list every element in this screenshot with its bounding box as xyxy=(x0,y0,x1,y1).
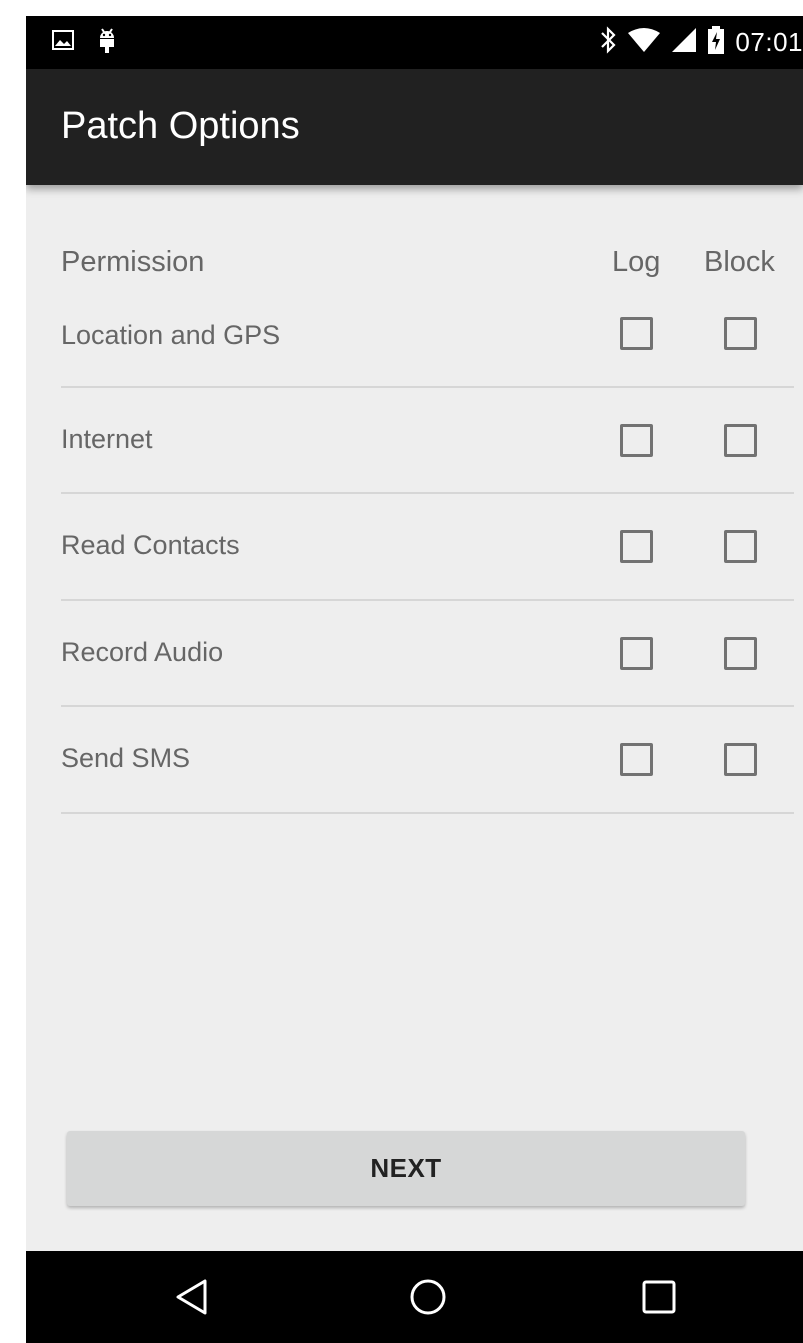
header-permission: Permission xyxy=(61,246,205,278)
log-checkbox[interactable] xyxy=(620,743,653,776)
block-checkbox[interactable] xyxy=(724,637,757,670)
bluetooth-icon xyxy=(599,26,617,59)
log-checkbox[interactable] xyxy=(620,317,653,350)
back-icon[interactable] xyxy=(168,1273,216,1321)
status-bar: 07:01 xyxy=(26,16,803,69)
log-checkbox[interactable] xyxy=(620,637,653,670)
page-title: Patch Options xyxy=(61,105,300,147)
block-checkbox[interactable] xyxy=(724,424,757,457)
wifi-icon xyxy=(627,27,661,58)
log-checkbox[interactable] xyxy=(620,424,653,457)
image-icon xyxy=(52,30,74,55)
next-button-label: NEXT xyxy=(370,1153,442,1183)
permission-label: Internet xyxy=(61,424,153,454)
permission-label: Send SMS xyxy=(61,743,191,773)
permission-row-record-audio: Record Audio xyxy=(26,601,803,707)
app-bar: Patch Options xyxy=(26,69,803,185)
status-bar-right: 07:01 xyxy=(599,26,803,59)
android-icon xyxy=(96,26,118,59)
block-checkbox[interactable] xyxy=(724,530,757,563)
permission-label: Location and GPS xyxy=(61,320,281,350)
log-checkbox[interactable] xyxy=(620,530,653,563)
table-header: Permission Log Block xyxy=(26,238,803,288)
screen: 07:01 Patch Options Permission Log Block… xyxy=(26,16,803,1343)
next-button[interactable]: NEXT xyxy=(67,1131,745,1206)
permission-row-read-contacts: Read Contacts xyxy=(26,494,803,601)
recents-icon[interactable] xyxy=(635,1273,683,1321)
permission-label: Read Contacts xyxy=(61,530,240,560)
block-checkbox[interactable] xyxy=(724,743,757,776)
permission-label: Record Audio xyxy=(61,637,224,667)
nav-bar xyxy=(26,1251,803,1343)
row-divider xyxy=(61,812,794,814)
home-icon[interactable] xyxy=(404,1273,452,1321)
block-checkbox[interactable] xyxy=(724,317,757,350)
header-block: Block xyxy=(704,246,775,278)
status-time: 07:01 xyxy=(735,27,803,57)
status-bar-left xyxy=(52,26,118,59)
permission-row-internet: Internet xyxy=(26,388,803,494)
battery-charging-icon xyxy=(707,26,725,59)
permission-row-send-sms: Send SMS xyxy=(26,707,803,814)
signal-icon xyxy=(671,27,697,58)
header-log: Log xyxy=(612,246,661,278)
